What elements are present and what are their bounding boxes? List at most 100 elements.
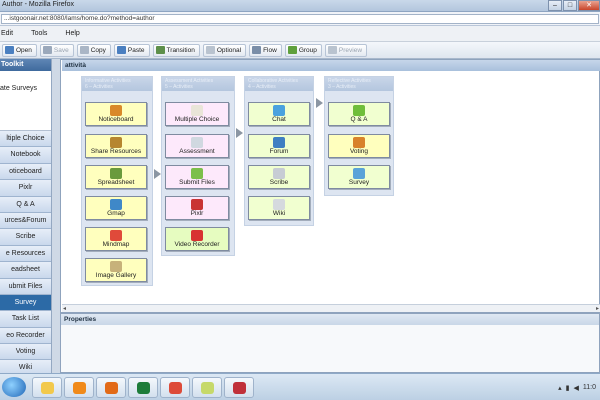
sidebar-item-share-resources[interactable]: e Resources [0, 245, 51, 263]
activity-submit-files[interactable]: Submit Files [165, 165, 229, 189]
activity-qa[interactable]: Q & A [328, 102, 390, 126]
menu-edit[interactable]: Edit [1, 30, 13, 37]
tray-arrow-icon[interactable]: ▴ [558, 384, 562, 392]
copy-button[interactable]: Copy [76, 43, 111, 57]
activity-label: Noticeboard [98, 116, 134, 123]
preview-label: Preview [338, 46, 363, 54]
network-icon[interactable]: ▮ [566, 384, 570, 392]
paste-button[interactable]: Paste [113, 43, 150, 57]
group-header: Collaborative Activities 4 – Activities [245, 77, 313, 91]
address-bar: ...istgoonair.net:8080/lams/home.do?meth… [0, 12, 600, 26]
survey-icon [353, 168, 365, 179]
activity-chat[interactable]: Chat [248, 102, 310, 126]
system-tray: ▴ ▮ ◀ 11:0 [558, 377, 600, 398]
app-icon [233, 382, 246, 394]
save-button[interactable]: Save [39, 43, 74, 57]
sidebar-item-multiple-choice[interactable]: ltiple Choice [0, 131, 51, 148]
window-controls: – □ ✕ [547, 0, 600, 12]
activity-label: Voting [349, 148, 369, 155]
group-subtitle: 5 – Activities [165, 84, 193, 90]
activity-image-gallery[interactable]: Image Gallery [85, 258, 147, 282]
activity-mindmap[interactable]: Mindmap [85, 227, 147, 251]
sidebar-item-notebook[interactable]: Notebook [0, 147, 51, 164]
activity-video-recorder[interactable]: Video Recorder [165, 227, 229, 251]
windows-taskbar: ▴ ▮ ◀ 11:0 [0, 373, 600, 400]
taskbar-app-firefox[interactable] [96, 377, 126, 398]
noticeboard-icon [110, 105, 122, 116]
flow-arrow [236, 128, 243, 138]
activity-gmap[interactable]: Gmap [85, 196, 147, 220]
preview-button[interactable]: Preview [324, 43, 368, 57]
flow-arrow [154, 169, 161, 179]
taskbar-app-sticky-notes[interactable] [192, 377, 222, 398]
start-button[interactable] [2, 377, 26, 397]
menu-help[interactable]: Help [65, 30, 79, 37]
assessment-icon [191, 137, 203, 148]
activity-wiki[interactable]: Wiki [248, 196, 310, 220]
activity-voting[interactable]: Voting [328, 134, 390, 158]
activity-noticeboard[interactable]: Noticeboard [85, 102, 147, 126]
explorer-icon [41, 382, 54, 394]
sidebar-item-resources-forum[interactable]: urces&Forum [0, 212, 51, 230]
clock[interactable]: 11:0 [583, 384, 596, 391]
sidebar-item-pixlr[interactable]: Pixlr [0, 180, 51, 197]
open-button[interactable]: Open [2, 43, 37, 57]
activity-share-resources[interactable]: Share Resources [85, 134, 147, 158]
canvas-horizontal-scrollbar[interactable]: ◂ ▸ [62, 304, 600, 312]
activity-survey[interactable]: Survey [328, 165, 390, 189]
optional-label: Optional [216, 46, 242, 54]
activity-scribe[interactable]: Scribe [248, 165, 310, 189]
sidebar-item-video-recorder[interactable]: eo Recorder [0, 327, 51, 345]
activity-pixlr[interactable]: Pixlr [165, 196, 229, 220]
activity-forum[interactable]: Forum [248, 134, 310, 158]
activity-assessment[interactable]: Assessment [165, 134, 229, 158]
group-header: Assessment Activities 5 – Activities [162, 77, 234, 91]
activity-label: Video Recorder [174, 241, 220, 248]
sidebar-item-submit-files[interactable]: ubmit Files [0, 278, 51, 295]
save-label: Save [53, 46, 69, 54]
scroll-left-icon[interactable]: ◂ [63, 305, 66, 312]
scroll-right-icon[interactable]: ▸ [596, 305, 599, 312]
properties-header[interactable]: Properties [61, 314, 599, 325]
group-label: Group [298, 46, 317, 54]
multiple-choice-icon [191, 105, 203, 116]
sidebar-item-wiki[interactable]: Wiki [0, 360, 51, 373]
sidebar-item-survey[interactable]: Survey [0, 294, 51, 312]
flow-button[interactable]: Flow [249, 43, 282, 57]
taskbar-app-chrome[interactable] [160, 377, 190, 398]
sticky-notes-icon [201, 382, 214, 394]
pixlr-icon [191, 199, 203, 210]
sidebar-item-qa[interactable]: Q & A [0, 196, 51, 213]
menu-tools[interactable]: Tools [31, 30, 47, 37]
close-button[interactable]: ✕ [578, 0, 600, 11]
minimize-button[interactable]: – [548, 0, 562, 11]
design-canvas[interactable]: attività Informative Activities 6 – Acti… [60, 59, 600, 313]
transition-button[interactable]: Transition [152, 43, 200, 57]
group-header: Reflective Activities 3 – Activities [325, 77, 393, 91]
activity-label: Spreadsheet [97, 179, 135, 186]
sidebar-item-spreadsheet[interactable]: eadsheet [0, 262, 51, 279]
sidebar-item-noticeboard[interactable]: oticeboard [0, 163, 51, 181]
activity-multiple-choice[interactable]: Multiple Choice [165, 102, 229, 126]
canvas-tab[interactable]: attività [62, 60, 600, 71]
taskbar-app-media-player[interactable] [64, 377, 94, 398]
group-icon [287, 46, 297, 54]
sidebar-item-scribe[interactable]: Scribe [0, 229, 51, 246]
activity-label: Scribe [269, 179, 289, 186]
taskbar-app-other[interactable] [224, 377, 254, 398]
group-button[interactable]: Group [284, 43, 322, 57]
flow-icon [252, 46, 262, 54]
taskbar-app-excel[interactable] [128, 377, 158, 398]
taskbar-app-explorer[interactable] [32, 377, 62, 398]
maximize-button[interactable]: □ [563, 0, 577, 11]
activity-label: Wiki [272, 210, 286, 217]
activity-spreadsheet[interactable]: Spreadsheet [85, 165, 147, 189]
sidebar-item-task-list[interactable]: Task List [0, 311, 51, 328]
window-titlebar: Author - Mozilla Firefox – □ ✕ [0, 0, 600, 12]
optional-button[interactable]: Optional [202, 43, 247, 57]
sidebar-item-voting[interactable]: Voting [0, 344, 51, 361]
url-field[interactable]: ...istgoonair.net:8080/lams/home.do?meth… [1, 14, 599, 24]
volume-icon[interactable]: ◀ [574, 384, 579, 392]
activity-label: Multiple Choice [174, 116, 220, 123]
activity-label: Chat [272, 116, 286, 123]
